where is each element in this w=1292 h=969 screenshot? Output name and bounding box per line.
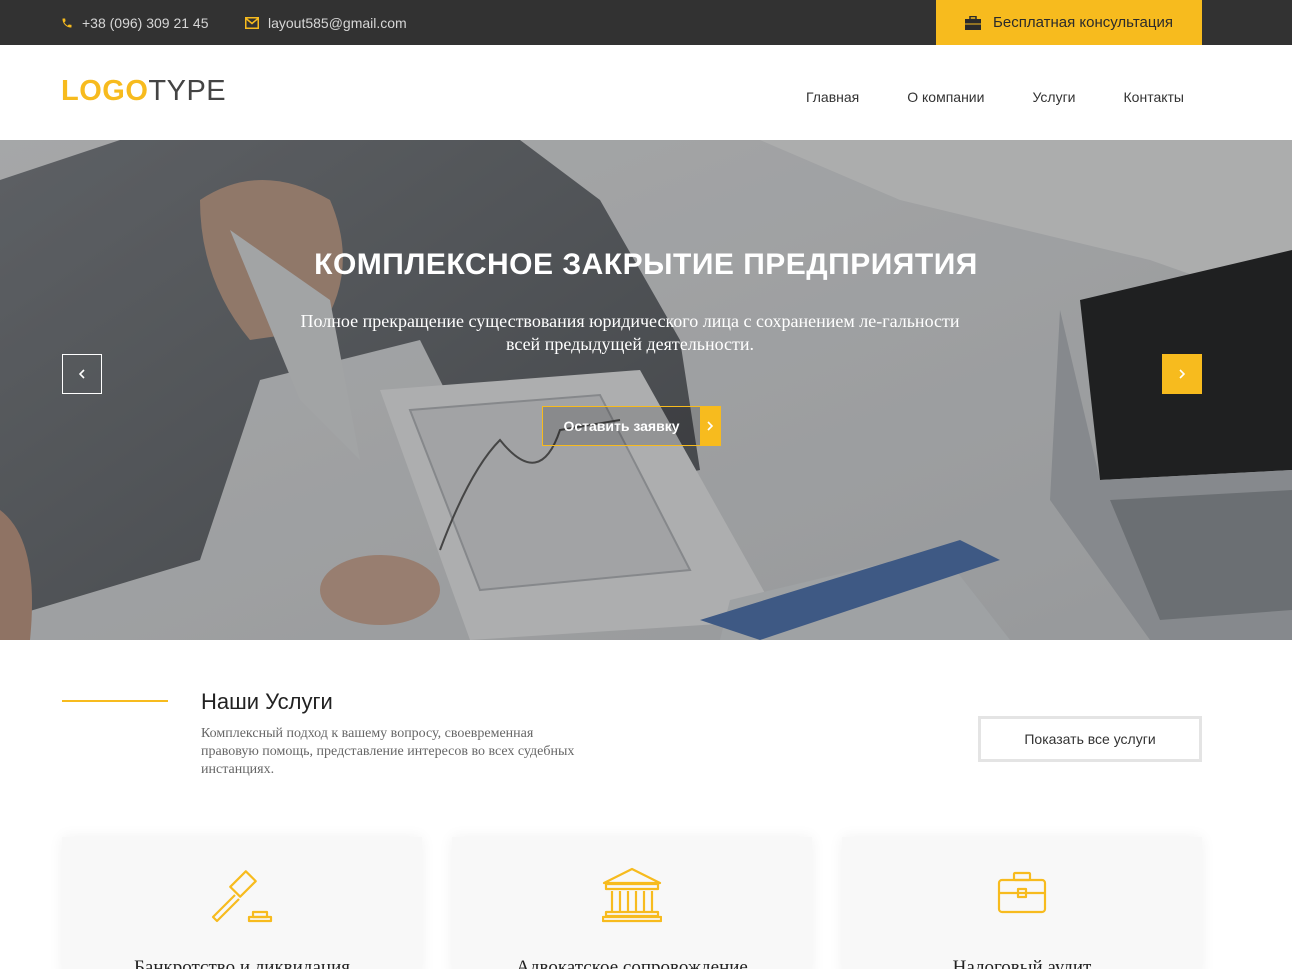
- service-card-title: Налоговый аудит: [952, 957, 1092, 969]
- hero-subtitle: Полное прекращение существования юридиче…: [300, 311, 960, 354]
- envelope-icon: [245, 16, 259, 29]
- phone-contact[interactable]: +38 (096) 309 21 45: [61, 0, 209, 45]
- submit-request-button[interactable]: Оставить заявку: [542, 406, 721, 446]
- email-text: layout585@gmail.com: [268, 14, 407, 31]
- services-description: Комплексный подход к вашему вопросу, сво…: [201, 726, 575, 777]
- chevron-right-icon: [1179, 369, 1185, 379]
- hero-overlay: [0, 140, 1292, 640]
- logo[interactable]: LOGOTYPE: [61, 74, 226, 108]
- service-card[interactable]: Адвокатское сопровождение: [452, 837, 812, 969]
- hero-title: КОМПЛЕКСНОЕ ЗАКРЫТИЕ ПРЕДПРИЯТИЯ: [314, 248, 978, 281]
- free-consultation-button[interactable]: Бесплатная консультация: [936, 0, 1202, 45]
- service-card[interactable]: Банкротство и ликвидация: [62, 837, 422, 969]
- submit-request-label: Оставить заявку: [543, 407, 700, 445]
- gavel-icon: [211, 870, 273, 923]
- slider-next-button[interactable]: [1162, 354, 1202, 394]
- phone-text: +38 (096) 309 21 45: [82, 14, 209, 31]
- section-accent-line: [62, 700, 168, 702]
- logo-part-1: LOGO: [61, 75, 149, 107]
- nav-item-contacts[interactable]: Контакты: [1124, 89, 1184, 105]
- top-bar: +38 (096) 309 21 45 layout585@gmail.com …: [0, 0, 1292, 45]
- site-header: LOGOTYPE Главная О компании Услуги Конта…: [0, 45, 1292, 140]
- service-card-title: Адвокатское сопровождение: [516, 957, 748, 969]
- nav-item-home[interactable]: Главная: [806, 89, 859, 105]
- main-nav: Главная О компании Услуги Контакты: [758, 89, 1184, 105]
- service-card[interactable]: Налоговый аудит: [842, 837, 1202, 969]
- phone-icon: [62, 18, 72, 27]
- email-contact[interactable]: layout585@gmail.com: [245, 0, 407, 45]
- nav-item-about[interactable]: О компании: [907, 89, 984, 105]
- services-title: Наши Услуги: [201, 689, 333, 714]
- show-all-services-button[interactable]: Показать все услуги: [978, 716, 1202, 762]
- hero-slider: КОМПЛЕКСНОЕ ЗАКРЫТИЕ ПРЕДПРИЯТИЯ Полное …: [0, 140, 1292, 640]
- service-card-title: Банкротство и ликвидация: [134, 957, 350, 969]
- courthouse-icon: [602, 867, 662, 923]
- chevron-left-icon: [79, 369, 85, 379]
- briefcase-icon: [997, 871, 1047, 914]
- logo-part-2: TYPE: [148, 75, 227, 107]
- briefcase-icon: [965, 15, 982, 30]
- free-consultation-label: Бесплатная консультация: [993, 14, 1173, 31]
- chevron-right-icon: [700, 407, 720, 445]
- nav-item-services[interactable]: Услуги: [1032, 89, 1075, 105]
- slider-prev-button[interactable]: [62, 354, 102, 394]
